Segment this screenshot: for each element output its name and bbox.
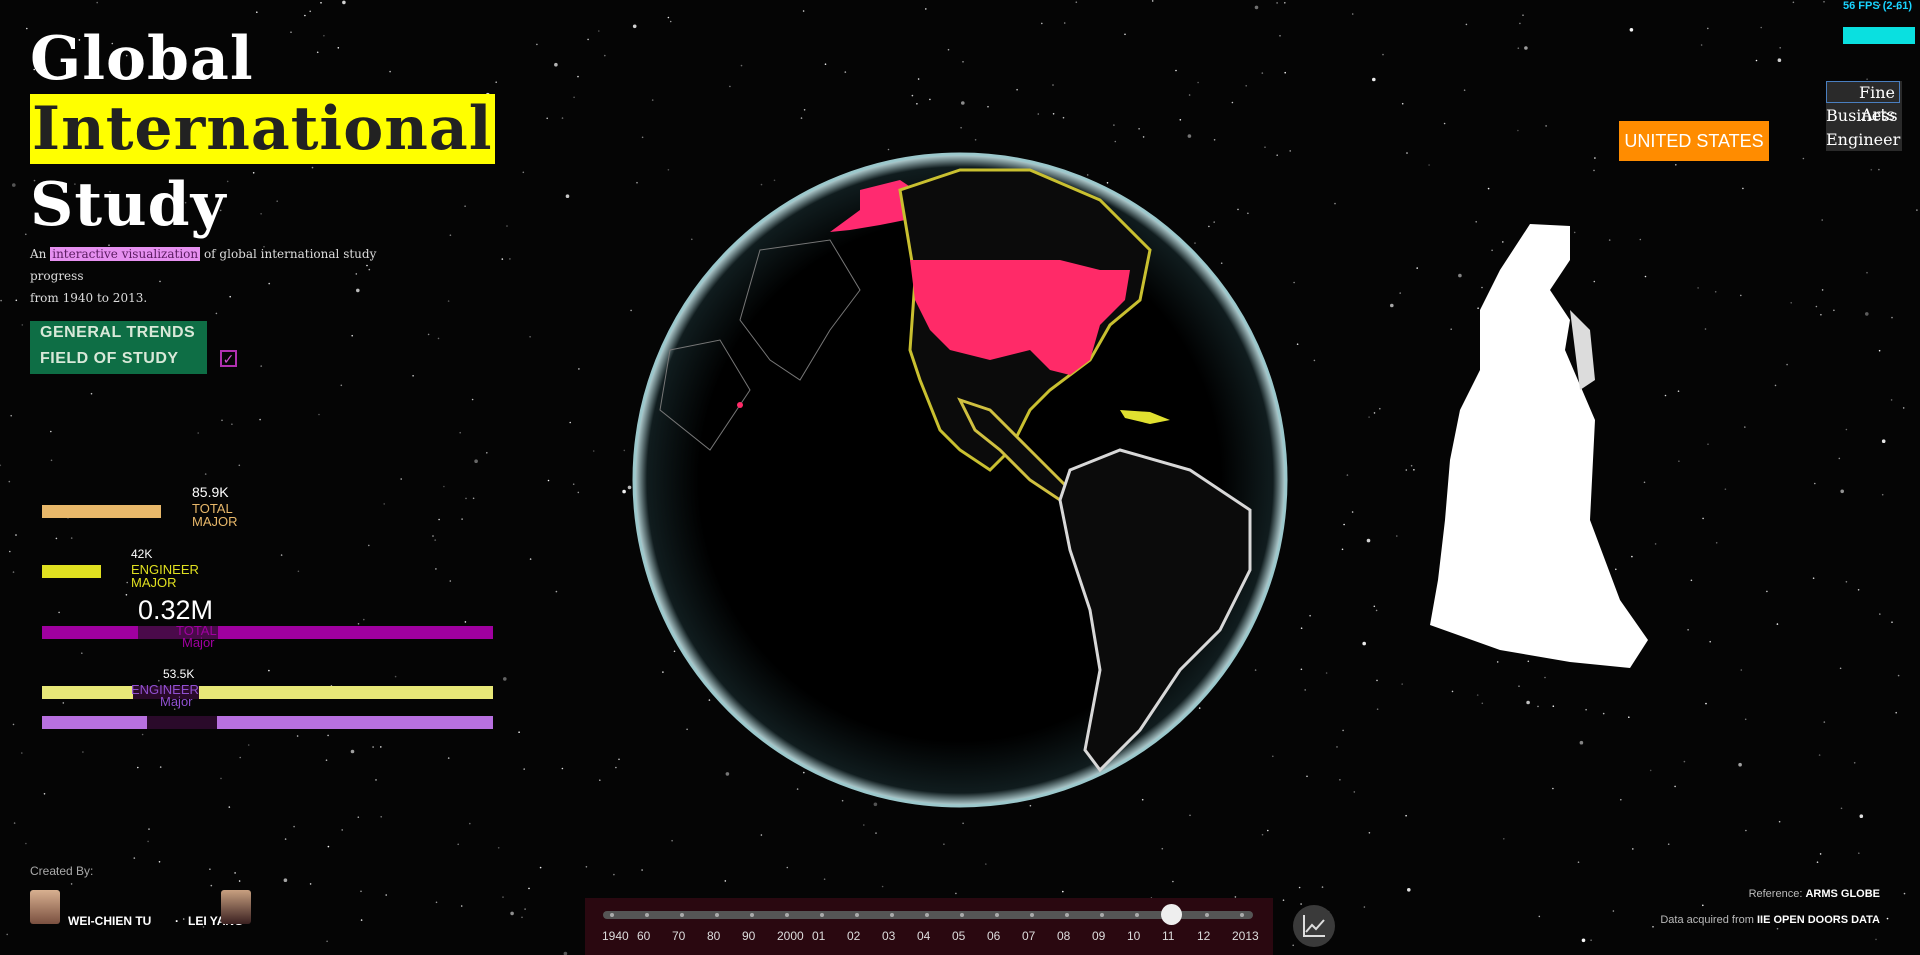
menu-field-of-study[interactable]: FIELD OF STUDY — [40, 350, 179, 368]
timeline-stop — [1135, 913, 1139, 917]
lilac-track-marker — [147, 716, 217, 729]
timeline-tick[interactable]: 1940 — [602, 929, 629, 943]
timeline-stop — [680, 913, 684, 917]
timeline-slider-thumb[interactable] — [1161, 904, 1182, 925]
timeline-stop — [820, 913, 824, 917]
avatar-wei-chien-tu — [30, 890, 60, 924]
reference-line: Reference: ARMS GLOBE — [1748, 888, 1880, 900]
subtitle-highlight: interactive visualization — [50, 247, 201, 261]
author-separator: · — [175, 914, 179, 928]
timeline-stop — [1205, 913, 1209, 917]
engineer-major-label-2: MAJOR — [131, 575, 177, 590]
total-major-label-2: MAJOR — [192, 514, 238, 529]
student-point-cloud — [1430, 224, 1648, 668]
created-by-label: Created By: — [30, 864, 94, 878]
data-source-link[interactable]: IIE OPEN DOORS DATA — [1757, 914, 1880, 926]
engineer-track — [42, 686, 493, 699]
timeline-tick[interactable]: 07 — [1022, 929, 1035, 943]
subtitle: An interactive visualization of global i… — [30, 247, 377, 305]
timeline-tick[interactable]: 10 — [1127, 929, 1140, 943]
timeline-tick[interactable]: 08 — [1057, 929, 1070, 943]
timeline-tick[interactable]: 01 — [812, 929, 825, 943]
timeline-stop — [890, 913, 894, 917]
timeline-tick[interactable]: 70 — [672, 929, 685, 943]
total-major-value: 85.9K — [192, 484, 229, 500]
timeline-tick[interactable]: 90 — [742, 929, 755, 943]
reference-link[interactable]: ARMS GLOBE — [1805, 888, 1880, 900]
field-of-study-checkbox[interactable]: ✓ — [220, 350, 237, 367]
timeline-tick[interactable]: 11 — [1162, 929, 1174, 943]
big-total-value: 0.32M — [138, 595, 214, 625]
title-global: Global — [30, 24, 254, 94]
timeline-stop — [1030, 913, 1034, 917]
timeline-tick[interactable]: 04 — [917, 929, 930, 943]
timeline-stop — [960, 913, 964, 917]
author-wei-chien-tu: WEI-CHIEN TU — [68, 914, 152, 928]
engineer-track-value: 53.5K — [163, 667, 195, 681]
globe[interactable] — [630, 150, 1290, 810]
avatar-lei-yang — [221, 890, 251, 924]
data-source-line: Data acquired from IIE OPEN DOORS DATA — [1660, 914, 1880, 926]
fps-counter: 56 FPS (2-61) — [1843, 0, 1913, 12]
menu-general-trends[interactable]: GENERAL TRENDS — [40, 324, 195, 342]
engineer-track-label-2: Major — [160, 694, 193, 709]
major-option-business[interactable]: Business — [1826, 105, 1900, 127]
timeline-stop — [855, 913, 859, 917]
timeline-tick[interactable]: 02 — [847, 929, 860, 943]
timeline-stop — [750, 913, 754, 917]
major-selector: Fine Arts Business Engineer — [1826, 81, 1902, 151]
timeline-stop — [715, 913, 719, 917]
timeline-tick[interactable]: 60 — [637, 929, 650, 943]
timeline-slider-track[interactable] — [603, 911, 1253, 919]
major-option-engineer[interactable]: Engineer — [1826, 129, 1900, 151]
country-button[interactable]: UNITED STATES — [1619, 121, 1769, 161]
lilac-track — [42, 716, 493, 729]
engineer-major-value: 42K — [131, 547, 153, 561]
timeline-stop — [925, 913, 929, 917]
timeline-tick[interactable]: 06 — [987, 929, 1000, 943]
total-major-bar — [42, 505, 161, 518]
timeline-tick[interactable]: 12 — [1197, 929, 1210, 943]
major-option-fine-arts[interactable]: Fine Arts — [1826, 81, 1900, 124]
timeline-stop — [1240, 913, 1244, 917]
timeline-tick[interactable]: 80 — [707, 929, 720, 943]
timeline-stop — [785, 913, 789, 917]
timeline-stop — [1065, 913, 1069, 917]
timeline-tick[interactable]: 2000 — [777, 929, 804, 943]
timeline-stop — [995, 913, 999, 917]
timeline-stop — [610, 913, 614, 917]
engineer-major-bar — [42, 565, 101, 578]
fps-graph — [1843, 27, 1915, 44]
view-menu: GENERAL TRENDS FIELD OF STUDY — [30, 321, 207, 374]
total-major-track-label-2: Major — [182, 635, 215, 650]
title-study: Study — [30, 170, 227, 240]
total-major-track — [42, 626, 493, 639]
line-chart-icon — [1303, 915, 1325, 937]
timeline-tick[interactable]: 05 — [952, 929, 965, 943]
timeline-stop — [1100, 913, 1104, 917]
title-international: International — [30, 94, 495, 164]
timeline-tick[interactable]: 09 — [1092, 929, 1105, 943]
timeline-tick[interactable]: 03 — [882, 929, 895, 943]
chart-toggle-button[interactable] — [1293, 905, 1335, 947]
timeline-tick[interactable]: 2013 — [1232, 929, 1259, 943]
timeline-stop — [645, 913, 649, 917]
